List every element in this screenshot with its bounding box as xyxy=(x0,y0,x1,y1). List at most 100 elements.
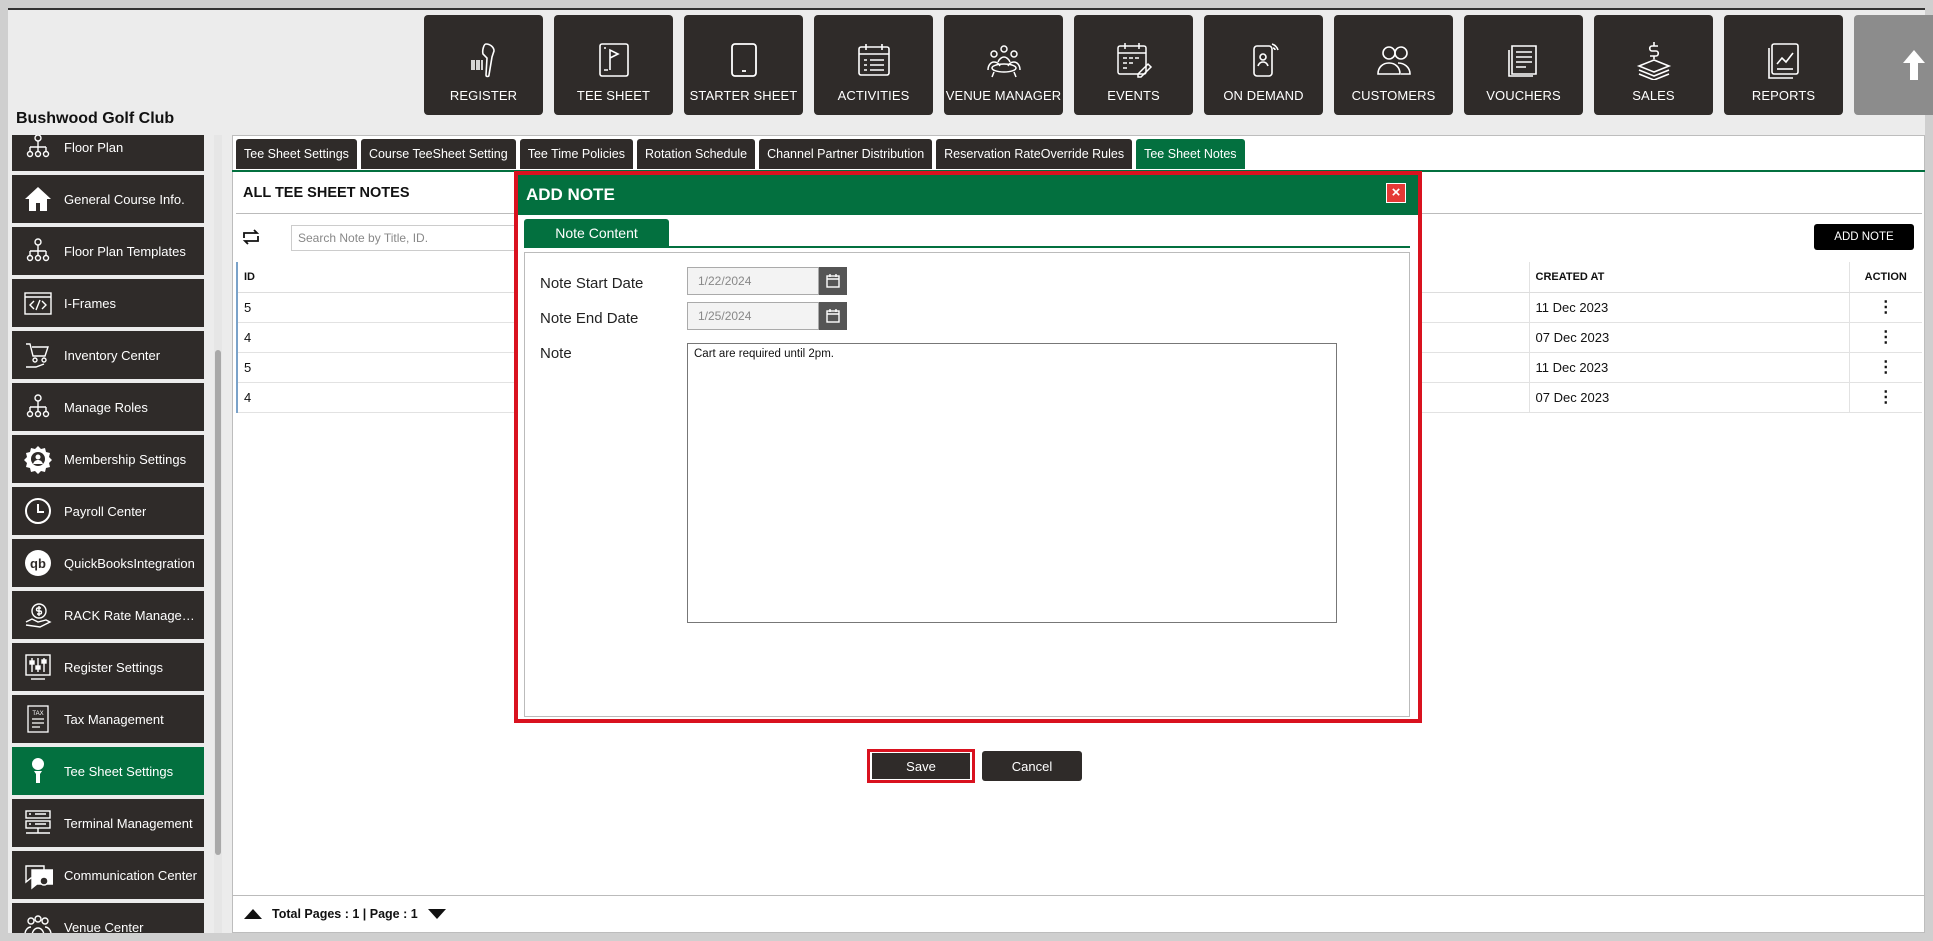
nav-sales[interactable]: SALES xyxy=(1594,15,1713,115)
money-icon xyxy=(1636,42,1671,80)
sidebar-item-membership-settings[interactable]: Membership Settings xyxy=(12,435,204,483)
refresh-icon[interactable] xyxy=(240,226,262,248)
sidebar-item-label: I-Frames xyxy=(64,295,116,311)
tab-tee-sheet-notes[interactable]: Tee Sheet Notes xyxy=(1136,139,1245,169)
modal-header: ADD NOTE × xyxy=(518,175,1418,215)
note-end-date-input[interactable] xyxy=(687,302,819,330)
report-chart-icon xyxy=(1767,43,1799,79)
more-actions-icon[interactable]: ⋮ xyxy=(1878,299,1894,316)
modal-body: Note Start Date Note End Date Note Cart … xyxy=(524,252,1410,783)
meeting-table-icon xyxy=(986,45,1021,78)
cell-created-at: 07 Dec 2023 xyxy=(1528,322,1849,353)
tab-channel-partner-distribution[interactable]: Channel Partner Distribution xyxy=(759,139,933,169)
more-actions-icon[interactable]: ⋮ xyxy=(1878,329,1894,346)
sidebar-item-label: Manage Roles xyxy=(64,399,148,415)
sidebar-item-label: QuickBooksIntegration xyxy=(64,555,195,571)
pagination: Total Pages : 1 | Page : 1 xyxy=(244,907,446,921)
note-end-date-label: Note End Date xyxy=(540,310,639,327)
svg-text:TAX: TAX xyxy=(32,711,43,717)
tab-tee-sheet-settings[interactable]: Tee Sheet Settings xyxy=(236,139,357,169)
nav-vouchers[interactable]: VOUCHERS xyxy=(1464,15,1583,115)
sidebar-item-quickbooks[interactable]: qb QuickBooksIntegration xyxy=(12,539,204,587)
column-header-created-at[interactable]: CREATED AT xyxy=(1528,262,1849,293)
sidebar-item-register-settings[interactable]: Register Settings xyxy=(12,643,204,691)
close-icon[interactable]: × xyxy=(1386,183,1406,203)
add-note-button[interactable]: ADD NOTE xyxy=(1814,224,1914,250)
save-button[interactable]: Save xyxy=(872,753,970,779)
calendar-icon[interactable] xyxy=(819,267,847,295)
note-textarea[interactable]: Cart are required until 2pm. xyxy=(687,343,1337,623)
dollar-hand-icon xyxy=(22,599,54,631)
home-icon xyxy=(22,183,54,215)
sidebar-item-floor-plan[interactable]: Floor Plan xyxy=(12,135,204,171)
svg-text:qb: qb xyxy=(30,556,46,571)
code-window-icon xyxy=(22,287,54,319)
mobile-user-icon xyxy=(1252,43,1279,77)
tab-rotation-schedule[interactable]: Rotation Schedule xyxy=(636,139,756,169)
sidebar-item-communication-center[interactable]: Communication Center xyxy=(12,851,204,899)
tab-tee-time-policies[interactable]: Tee Time Policies xyxy=(519,139,633,169)
receipt-icon xyxy=(1507,45,1537,77)
sidebar-item-label: Membership Settings xyxy=(64,451,187,467)
nav-label: VOUCHERS xyxy=(1486,88,1561,103)
tax-doc-icon: TAX xyxy=(22,703,54,735)
nav-on-demand[interactable]: ON DEMAND xyxy=(1204,15,1323,115)
calendar-icon[interactable] xyxy=(819,302,847,330)
sidebar-item-terminal-management[interactable]: Terminal Management xyxy=(12,799,204,847)
tab-note-content[interactable]: Note Content xyxy=(524,219,669,246)
club-name: Bushwood Golf Club xyxy=(16,110,175,127)
sidebar-item-label: Inventory Center xyxy=(64,347,161,363)
cart-hand-icon xyxy=(22,339,54,371)
nav-starter-sheet[interactable]: STARTER SHEET xyxy=(684,15,803,115)
sidebar-item-label: Tax Management xyxy=(64,711,164,727)
calendar-edit-icon xyxy=(1116,43,1152,78)
scroll-to-top-button[interactable] xyxy=(1854,15,1933,115)
tab-reservation-rate-override-rules[interactable]: Reservation RateOverride Rules xyxy=(936,139,1133,169)
nav-label: CUSTOMERS xyxy=(1351,88,1436,103)
nav-label: ACTIVITIES xyxy=(837,88,910,103)
nav-label: EVENTS xyxy=(1107,88,1160,103)
nav-label: SALES xyxy=(1632,88,1675,103)
sidebar-item-inventory-center[interactable]: Inventory Center xyxy=(12,331,204,379)
nav-venue-manager[interactable]: VENUE MANAGER xyxy=(944,15,1063,115)
cell-created-at: 11 Dec 2023 xyxy=(1528,292,1849,323)
cancel-button[interactable]: Cancel xyxy=(982,751,1082,781)
nav-events[interactable]: EVENTS xyxy=(1074,15,1193,115)
page-up-icon[interactable] xyxy=(244,909,262,919)
sidebar-scrollbar-thumb[interactable] xyxy=(215,350,221,855)
calendar-list-icon xyxy=(857,44,890,76)
page-down-icon[interactable] xyxy=(427,909,446,919)
sidebar-item-payroll-center[interactable]: Payroll Center xyxy=(12,487,204,535)
sliders-icon xyxy=(22,651,54,683)
sidebar-item-tee-sheet-settings[interactable]: Tee Sheet Settings xyxy=(12,747,204,795)
sidebar-item-label: Tee Sheet Settings xyxy=(64,763,174,779)
modal-title: ADD NOTE xyxy=(526,185,615,204)
barcode-scanner-icon xyxy=(470,43,495,78)
nav-register[interactable]: REGISTER xyxy=(424,15,543,115)
sidebar-item-manage-roles[interactable]: Manage Roles xyxy=(12,383,204,431)
note-start-date-label: Note Start Date xyxy=(540,275,644,292)
nav-activities[interactable]: ACTIVITIES xyxy=(814,15,933,115)
sidebar-item-rack-rate[interactable]: RACK Rate Manageme... xyxy=(12,591,204,639)
sidebar-item-floor-plan-templates[interactable]: Floor Plan Templates xyxy=(12,227,204,275)
note-start-date-input[interactable] xyxy=(687,267,819,295)
more-actions-icon[interactable]: ⋮ xyxy=(1878,359,1894,376)
sidebar-item-venue-center[interactable]: Venue Center xyxy=(12,903,204,933)
sidebar-item-tax-management[interactable]: TAX Tax Management xyxy=(12,695,204,743)
nav-tee-sheet[interactable]: TEE SHEET xyxy=(554,15,673,115)
sidebar-item-label: Floor Plan xyxy=(64,139,124,155)
sidebar-item-label: RACK Rate Manageme... xyxy=(64,607,202,623)
sidebar-item-i-frames[interactable]: I-Frames xyxy=(12,279,204,327)
nav-label: STARTER SHEET xyxy=(689,88,798,103)
more-actions-icon[interactable]: ⋮ xyxy=(1878,389,1894,406)
sidebar-item-label: General Course Info. xyxy=(64,191,185,207)
nav-customers[interactable]: CUSTOMERS xyxy=(1334,15,1453,115)
nav-reports[interactable]: REPORTS xyxy=(1724,15,1843,115)
sidebar-item-label: Venue Center xyxy=(64,919,144,934)
gear-user-icon xyxy=(22,443,54,475)
tab-course-teesheet-setting[interactable]: Course TeeSheet Setting xyxy=(360,139,516,169)
search-input[interactable] xyxy=(291,225,521,251)
clock-icon xyxy=(22,495,54,527)
org-chart-icon xyxy=(22,391,54,423)
sidebar-item-general-course-info[interactable]: General Course Info. xyxy=(12,175,204,223)
